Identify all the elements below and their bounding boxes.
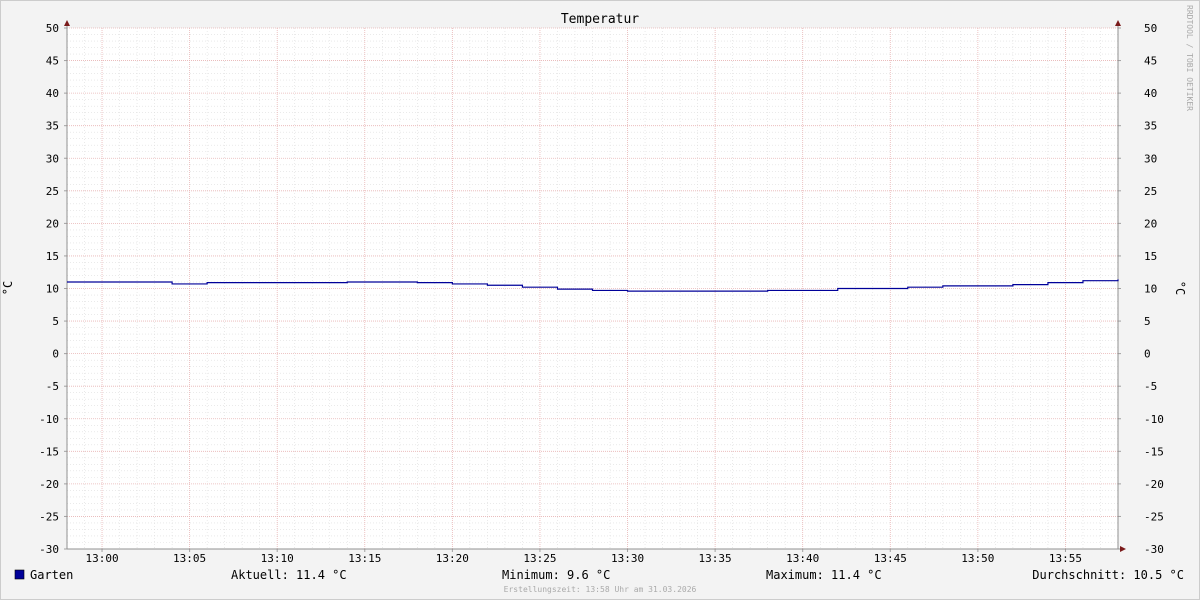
y-tick-label: -30	[39, 543, 59, 556]
x-tick-label: 13:50	[961, 552, 994, 565]
y-tick-label: 45	[1144, 55, 1157, 68]
legend-swatch	[14, 569, 25, 580]
y-tick-label: -15	[39, 445, 59, 458]
y-tick-label: -10	[1144, 413, 1164, 426]
x-tick-label: 13:55	[1049, 552, 1082, 565]
y-tick-label: 15	[1144, 250, 1157, 263]
chart-canvas: 50454035302520151050-5-10-15-20-25-30 50…	[0, 0, 1200, 600]
legend-maximum: Maximum: 11.4 °C	[766, 568, 882, 582]
y-tick-label: 40	[1144, 87, 1157, 100]
x-tick-label: 13:25	[523, 552, 556, 565]
y-tick-label: 50	[46, 22, 59, 35]
footer-created: Erstellungszeit: 13:58 Uhr am 31.03.2026	[504, 585, 697, 594]
legend-minimum: Minimum: 9.6 °C	[502, 568, 610, 582]
legend-average: Durchschnitt: 10.5 °C	[1032, 568, 1184, 582]
legend-series-label: Garten	[30, 568, 73, 582]
y-tick-label: 0	[1144, 348, 1151, 361]
y-tick-label: 30	[1144, 152, 1157, 165]
y-tick-label: -30	[1144, 543, 1164, 556]
x-tick-label: 13:20	[436, 552, 469, 565]
y-tick-label: 15	[46, 250, 59, 263]
y-tick-label: 5	[52, 315, 59, 328]
y-tick-label: -25	[1144, 510, 1164, 523]
y-tick-label: 35	[46, 120, 59, 133]
y-tick-label: 20	[46, 217, 59, 230]
chart-title: Temperatur	[561, 12, 639, 27]
y-tick-label: -10	[39, 413, 59, 426]
x-tick-label: 13:30	[611, 552, 644, 565]
y-tick-label: -5	[46, 380, 59, 393]
x-tick-label: 13:35	[699, 552, 732, 565]
y-tick-label: -5	[1144, 380, 1157, 393]
y-tick-label: 5	[1144, 315, 1151, 328]
y-tick-label: 10	[46, 283, 59, 296]
x-tick-label: 13:10	[261, 552, 294, 565]
x-tick-label: 13:05	[173, 552, 206, 565]
y-tick-label: 0	[52, 348, 59, 361]
y-tick-label: -25	[39, 510, 59, 523]
y-tick-label: 35	[1144, 120, 1157, 133]
x-tick-label: 13:15	[348, 552, 381, 565]
x-tick-label: 13:40	[786, 552, 819, 565]
y-tick-label: -20	[39, 478, 59, 491]
watermark: RRDTOOL / TOBI OETIKER	[1185, 5, 1194, 111]
y-tick-label: 25	[1144, 185, 1157, 198]
y-tick-label: 20	[1144, 217, 1157, 230]
x-tick-label: 13:45	[874, 552, 907, 565]
y-tick-label: 50	[1144, 22, 1157, 35]
y-tick-label: 10	[1144, 283, 1157, 296]
y-tick-label: 25	[46, 185, 59, 198]
y-tick-label: -15	[1144, 445, 1164, 458]
y-tick-label: 40	[46, 87, 59, 100]
legend-current: Aktuell: 11.4 °C	[231, 568, 347, 582]
y-tick-label: 45	[46, 55, 59, 68]
temperature-chart: 50 45 40 35 30 25 20 15 10 5 0 -5 -10 -15 -20 -25 -30 50…	[0, 0, 1200, 600]
y-tick-label: 30	[46, 152, 59, 165]
y-axis-label-left: °C	[1, 281, 15, 295]
x-tick-label: 13:00	[85, 552, 118, 565]
y-axis-label-right: °C	[1173, 281, 1187, 295]
y-tick-label: -20	[1144, 478, 1164, 491]
